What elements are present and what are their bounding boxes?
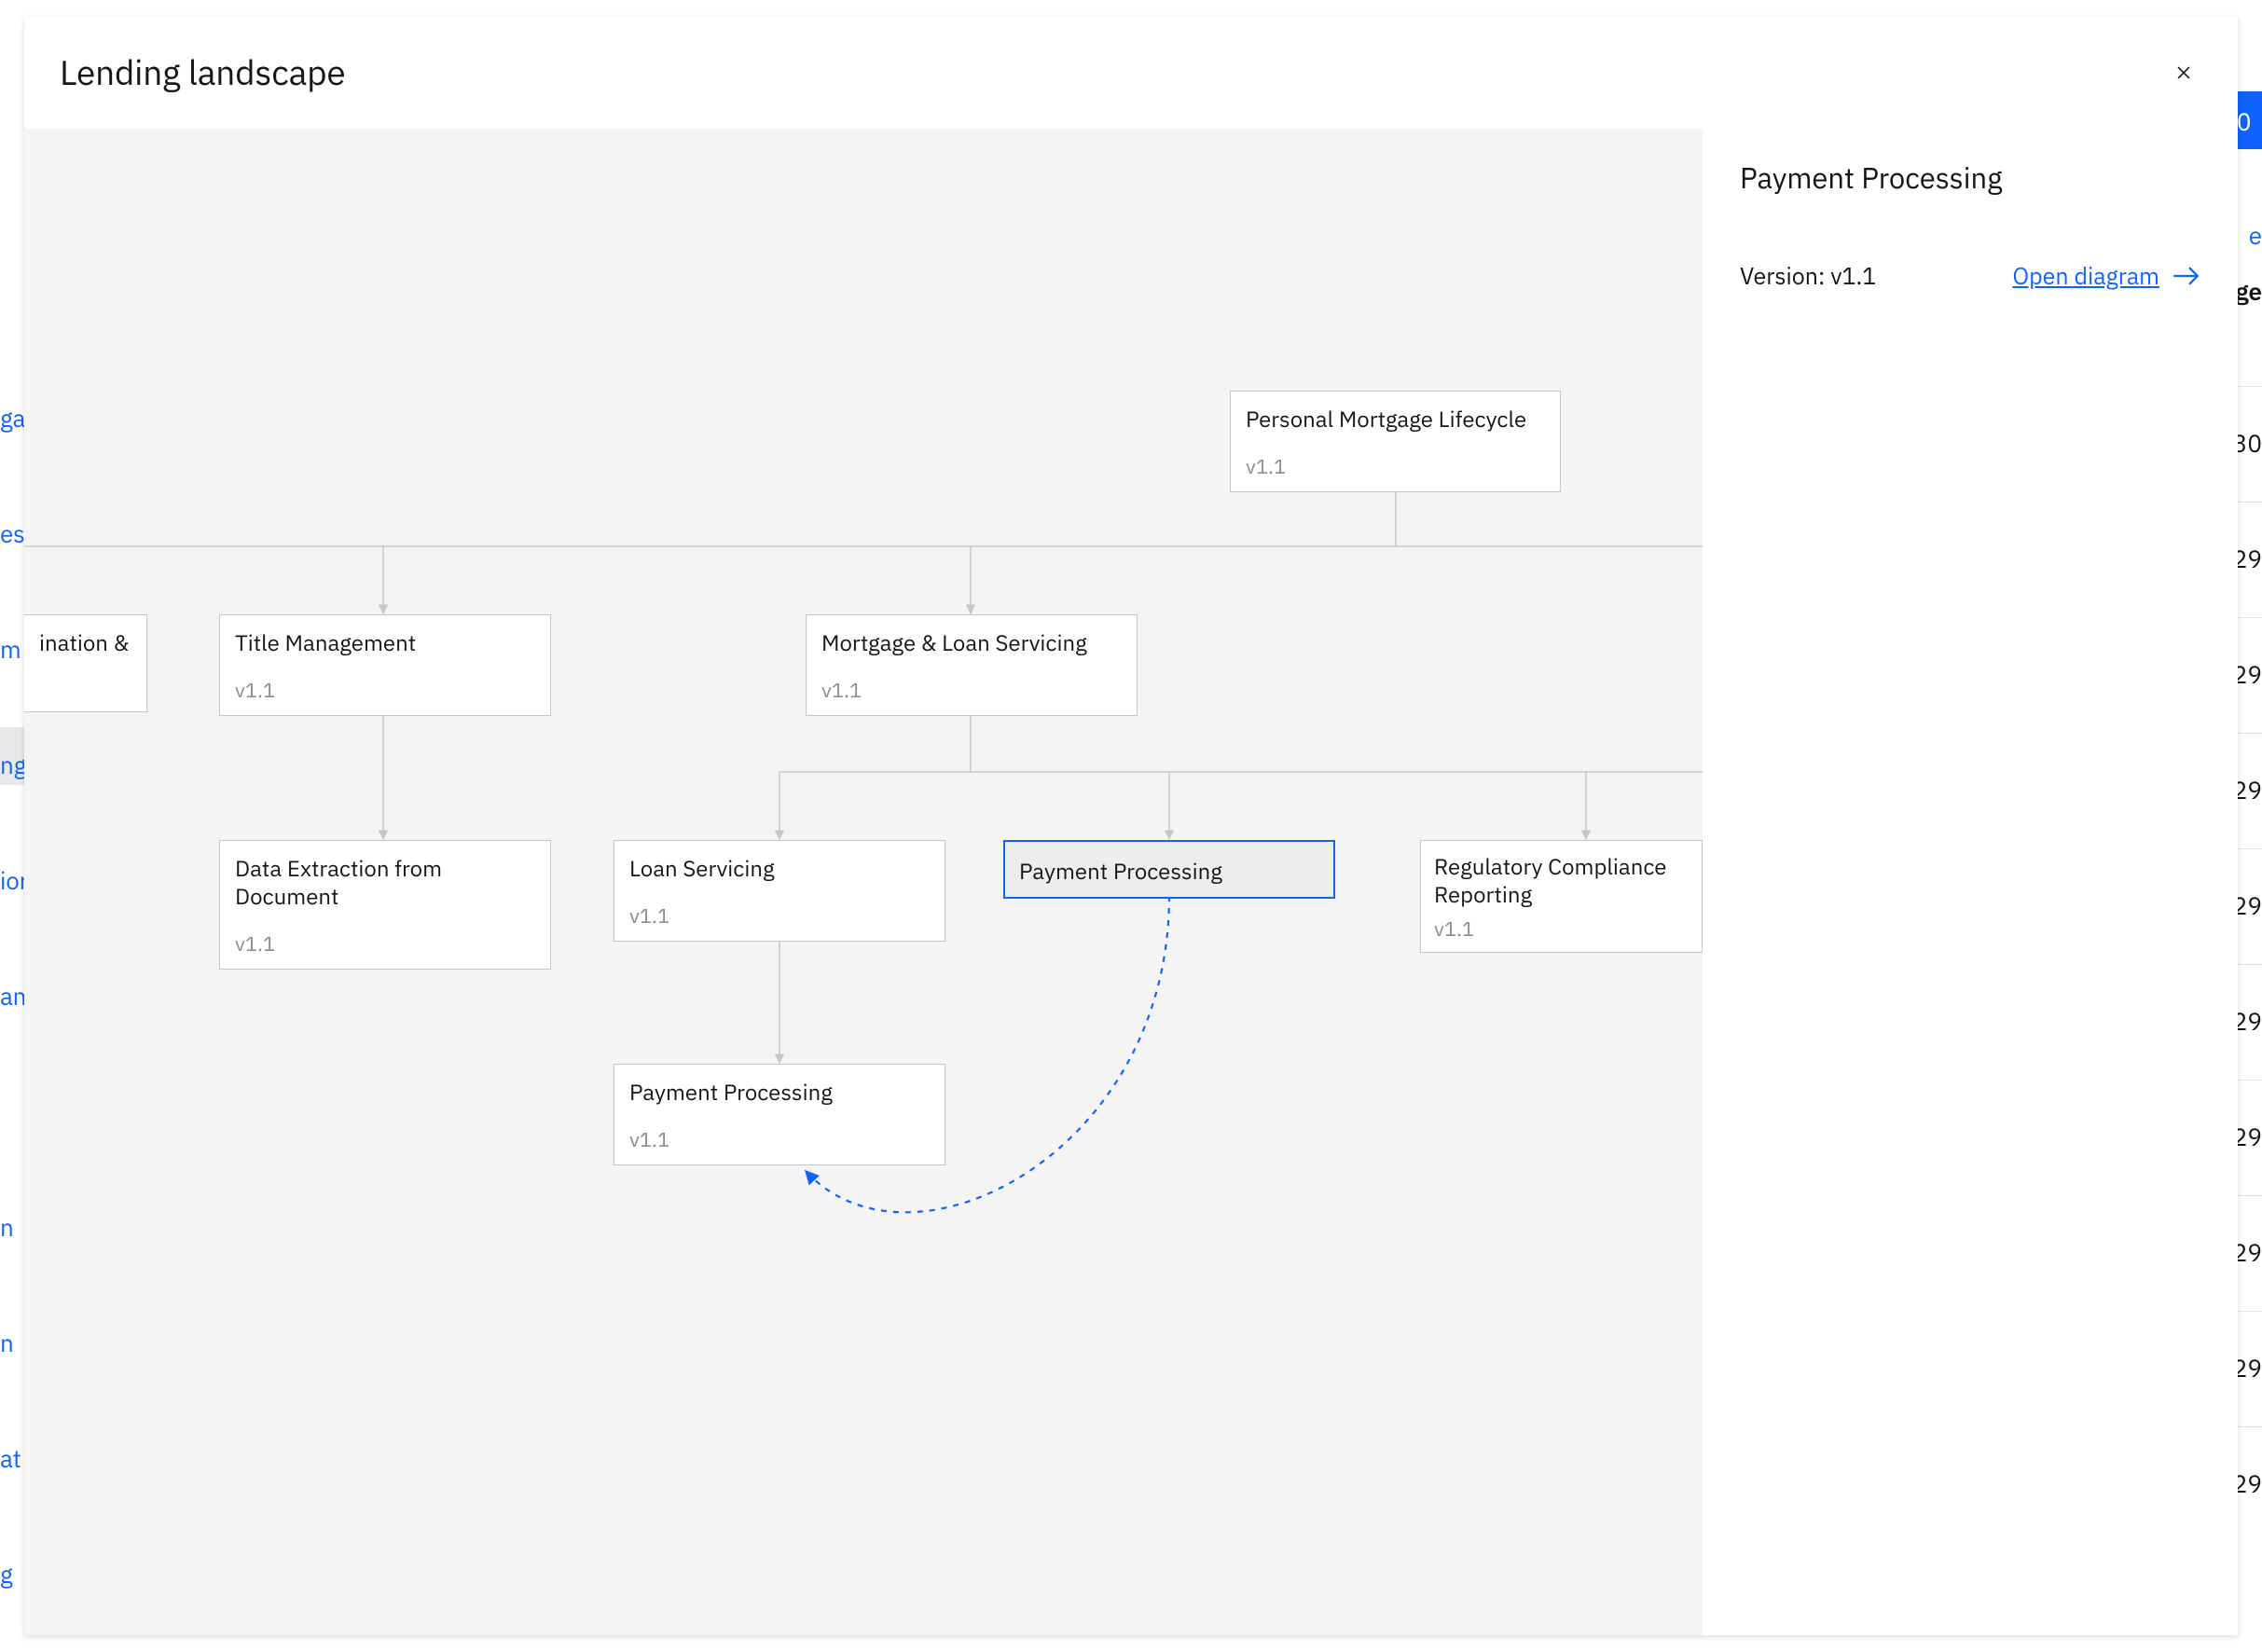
modal-dialog: Lending landscape	[24, 17, 2238, 1635]
node-version: v1.1	[235, 677, 535, 704]
node-regulatory-compliance[interactable]: Regulatory Compliance Reporting v1.1	[1420, 840, 1703, 953]
node-title: ination &	[39, 628, 131, 656]
modal-body: Personal Mortgage Lifecycle v1.1 ination…	[24, 129, 2238, 1635]
diagram-canvas[interactable]: Personal Mortgage Lifecycle v1.1 ination…	[24, 129, 1703, 1635]
node-personal-mortgage-lifecycle[interactable]: Personal Mortgage Lifecycle v1.1	[1230, 391, 1561, 492]
node-version: v1.1	[629, 902, 930, 929]
node-version: v1.1	[1246, 453, 1545, 480]
node-title-management[interactable]: Title Management v1.1	[219, 614, 551, 716]
close-icon	[2172, 61, 2196, 85]
side-panel: Payment Processing Version: v1.1 Open di…	[1703, 129, 2238, 1635]
node-payment-processing-leaf[interactable]: Payment Processing v1.1	[614, 1064, 945, 1165]
node-version: v1.1	[1434, 915, 1689, 943]
node-version: v1.1	[235, 930, 535, 957]
node-title: Mortgage & Loan Servicing	[821, 628, 1122, 656]
side-panel-row: Version: v1.1 Open diagram	[1740, 260, 2200, 291]
node-title: Title Management	[235, 628, 535, 656]
node-title: Loan Servicing	[629, 854, 930, 882]
node-title: Payment Processing	[629, 1078, 930, 1106]
node-version: v1.1	[821, 677, 1122, 704]
open-diagram-link[interactable]: Open diagram	[2012, 260, 2200, 291]
node-mortgage-loan-servicing[interactable]: Mortgage & Loan Servicing v1.1	[806, 614, 1138, 716]
node-title: Personal Mortgage Lifecycle	[1246, 405, 1545, 433]
side-panel-version: Version: v1.1	[1740, 260, 1876, 291]
node-loan-servicing[interactable]: Loan Servicing v1.1	[614, 840, 945, 942]
node-title: Regulatory Compliance Reporting	[1434, 852, 1689, 908]
side-panel-title: Payment Processing	[1740, 158, 2200, 197]
node-title: Data Extraction from Document	[235, 854, 535, 910]
node-version: v1.1	[629, 1126, 930, 1153]
node-data-extraction[interactable]: Data Extraction from Document v1.1	[219, 840, 551, 970]
arrow-right-icon	[2172, 266, 2200, 286]
close-button[interactable]	[2165, 54, 2202, 91]
bg-top-link[interactable]: e	[2249, 220, 2262, 252]
node-title: Payment Processing	[1019, 857, 1222, 885]
node-origination-partial[interactable]: ination &	[24, 614, 147, 712]
modal-title: Lending landscape	[60, 50, 346, 95]
modal-header: Lending landscape	[24, 17, 2238, 129]
node-payment-processing-selected[interactable]: Payment Processing	[1003, 840, 1335, 899]
open-diagram-label: Open diagram	[2012, 260, 2159, 291]
